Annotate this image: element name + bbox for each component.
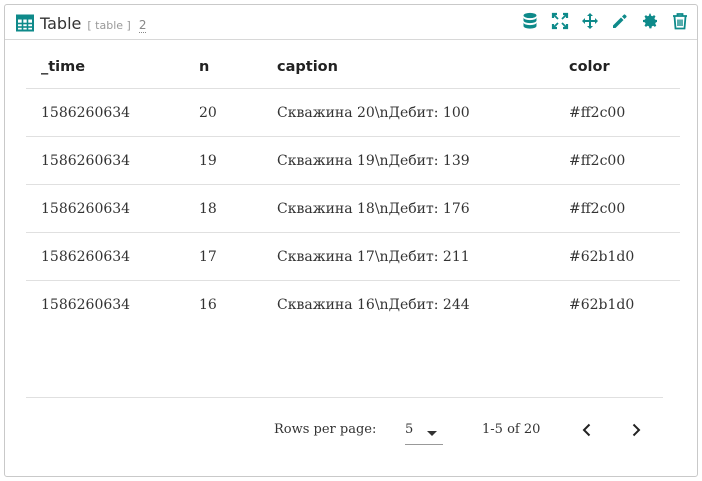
table-row: 1586260634 19 Скважина 19\nДебит: 139 #f… xyxy=(26,137,680,185)
table-row: 1586260634 20 Скважина 20\nДебит: 100 #f… xyxy=(26,89,680,137)
table-icon xyxy=(16,14,34,32)
cell-n: 20 xyxy=(199,104,217,121)
column-header-caption[interactable]: caption xyxy=(277,59,338,75)
cell-time: 1586260634 xyxy=(41,297,131,313)
column-header-time[interactable]: _time xyxy=(41,59,85,75)
data-table: _time n caption color 1586260634 20 Сква… xyxy=(26,45,680,329)
widget-toolbar xyxy=(521,12,689,30)
move-icon[interactable] xyxy=(581,12,599,30)
widget-title: Table xyxy=(40,14,82,33)
table-row: 1586260634 18 Скважина 18\nДебит: 176 #f… xyxy=(26,185,680,233)
delete-icon[interactable] xyxy=(671,12,689,30)
cell-caption: Скважина 16\nДебит: 244 xyxy=(277,297,470,313)
cell-n: 19 xyxy=(199,152,217,169)
cell-time: 1586260634 xyxy=(41,152,131,169)
table-row: 1586260634 17 Скважина 17\nДебит: 211 #6… xyxy=(26,233,680,281)
cell-color: #62b1d0 xyxy=(569,248,635,265)
cell-color: #ff2c00 xyxy=(569,152,626,169)
cell-caption: Скважина 17\nДебит: 211 xyxy=(277,248,470,265)
rows-per-page-label: Rows per page: xyxy=(274,422,377,437)
cell-caption: Скважина 18\nДебит: 176 xyxy=(277,200,470,217)
rows-per-page-select[interactable]: 5 xyxy=(405,419,443,445)
cell-color: #ff2c00 xyxy=(569,104,626,121)
edit-icon[interactable] xyxy=(611,12,629,30)
database-icon[interactable] xyxy=(521,12,539,30)
footer-divider xyxy=(26,397,663,398)
cell-color: #62b1d0 xyxy=(569,297,635,313)
widget-header: Table [ table ] 2 xyxy=(5,5,697,40)
pagination-range: 1-5 of 20 xyxy=(482,422,541,437)
cell-n: 18 xyxy=(199,200,217,217)
settings-icon[interactable] xyxy=(641,12,659,30)
column-header-n[interactable]: n xyxy=(199,59,209,75)
cell-n: 16 xyxy=(199,297,217,313)
table-header-row: _time n caption color xyxy=(26,45,680,89)
cell-time: 1586260634 xyxy=(41,200,131,217)
cell-caption: Скважина 19\nДебит: 139 xyxy=(277,152,470,169)
rows-per-page-value: 5 xyxy=(405,422,414,437)
chevron-right-icon xyxy=(632,423,641,437)
cell-color: #ff2c00 xyxy=(569,200,626,217)
caret-down-icon xyxy=(427,431,437,436)
widget-type-label: [ table ] xyxy=(87,19,131,32)
widget-title-group: Table [ table ] 2 xyxy=(16,11,147,33)
widget-count[interactable]: 2 xyxy=(138,18,147,33)
cell-n: 17 xyxy=(199,248,217,265)
column-header-color[interactable]: color xyxy=(569,59,610,75)
cell-caption: Скважина 20\nДебит: 100 xyxy=(277,104,470,121)
chevron-left-icon xyxy=(582,423,591,437)
table-row: 1586260634 16 Скважина 16\nДебит: 244 #6… xyxy=(26,281,680,329)
fullscreen-icon[interactable] xyxy=(551,12,569,30)
cell-time: 1586260634 xyxy=(41,248,131,265)
cell-time: 1586260634 xyxy=(41,104,131,121)
next-page-button[interactable] xyxy=(626,420,646,440)
previous-page-button[interactable] xyxy=(577,420,597,440)
pagination-bar: Rows per page: 5 1-5 of 20 xyxy=(5,413,699,453)
table-widget: Table [ table ] 2 _time n caption color … xyxy=(4,4,698,477)
